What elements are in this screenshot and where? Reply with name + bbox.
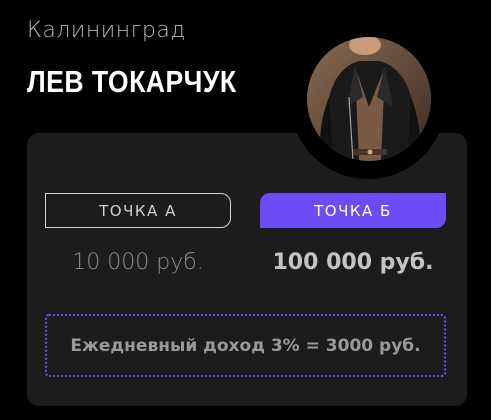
avatar-frame [290, 23, 446, 179]
person-name: ЛЕВ ТОКАРЧУК [27, 64, 237, 99]
tab-point-b[interactable]: ТОЧКА Б [260, 193, 446, 228]
avatar [307, 37, 431, 161]
daily-income-box: Ежедневный доход 3% = 3000 руб. [45, 314, 446, 377]
profile-page: Калининград ЛЕВ ТОКАРЧУК ТОЧКА А ТОЧКА Б… [0, 0, 491, 420]
city-label: Калининград [27, 18, 186, 43]
amount-point-b: 100 000 руб. [272, 250, 434, 275]
amount-point-a: 10 000 руб. [72, 250, 204, 275]
tab-point-a[interactable]: ТОЧКА А [45, 193, 231, 228]
daily-income-text: Ежедневный доход 3% = 3000 руб. [70, 335, 421, 356]
